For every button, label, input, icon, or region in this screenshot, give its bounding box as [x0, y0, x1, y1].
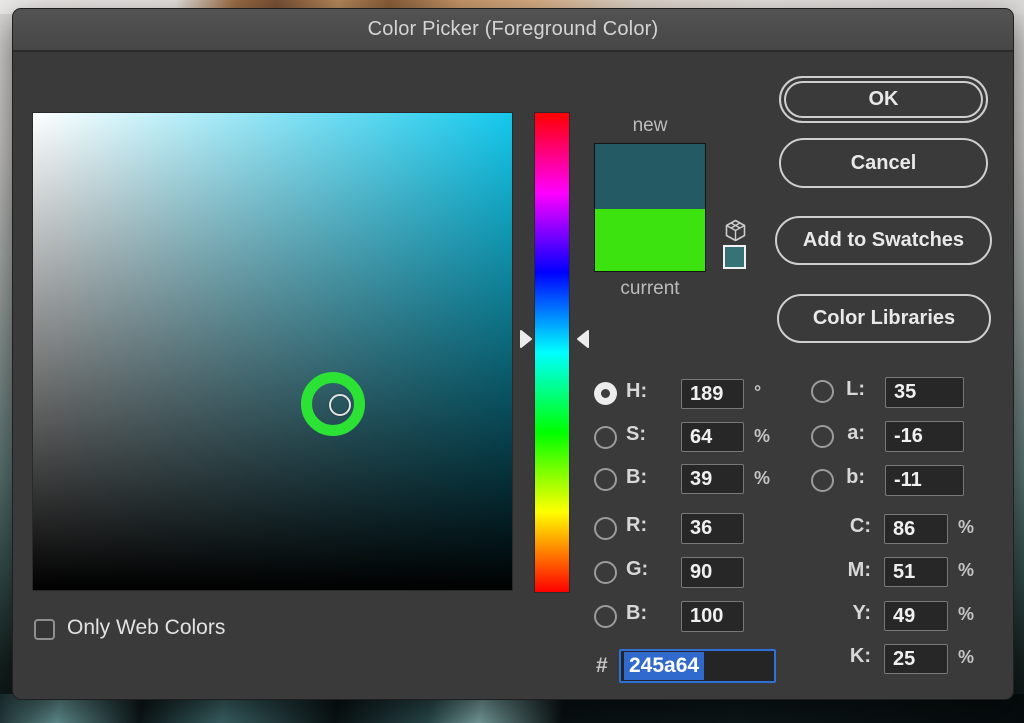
hue-unit: ° — [754, 382, 761, 403]
black-input[interactable]: 25 — [884, 644, 948, 674]
hue-slider[interactable] — [534, 112, 570, 593]
green-input[interactable]: 90 — [681, 557, 744, 588]
radio-dot — [601, 389, 610, 398]
new-color-label: new — [594, 115, 706, 137]
lab-a-label: a: — [839, 422, 865, 445]
color-libraries-button[interactable]: Color Libraries — [777, 294, 991, 343]
blue-radio[interactable] — [594, 605, 617, 628]
brightness-label: B: — [626, 466, 647, 489]
hex-selected-text: 245a64 — [624, 652, 704, 680]
current-color-label: current — [594, 278, 706, 300]
color-field-picker-marker[interactable] — [329, 394, 351, 416]
hue-slider-right-arrow[interactable] — [576, 328, 591, 350]
saturation-input[interactable]: 64 — [681, 422, 744, 452]
blue-label: B: — [626, 602, 647, 625]
blue-input[interactable]: 100 — [681, 601, 744, 632]
brightness-unit: % — [754, 468, 770, 489]
lab-b-label: b: — [839, 466, 865, 489]
cyan-label: C: — [819, 515, 871, 538]
cyan-input[interactable]: 86 — [884, 514, 948, 544]
web-safe-color-swatch[interactable] — [723, 245, 746, 269]
lab-l-label: L: — [839, 378, 865, 401]
dialog-titlebar[interactable]: Color Picker (Foreground Color) — [13, 9, 1013, 52]
lab-b-radio[interactable] — [811, 469, 834, 492]
new-color-swatch — [595, 144, 705, 209]
saturation-label: S: — [626, 423, 646, 446]
current-color-swatch[interactable] — [595, 209, 705, 271]
color-preview-swatches — [594, 143, 706, 272]
lab-a-radio[interactable] — [811, 425, 834, 448]
yellow-label: Y: — [819, 602, 871, 625]
green-radio[interactable] — [594, 561, 617, 584]
non-web-safe-warning-cube-icon[interactable] — [725, 219, 746, 242]
cyan-unit: % — [958, 517, 974, 538]
hue-label: H: — [626, 380, 647, 403]
only-web-colors-checkbox[interactable] — [34, 619, 55, 640]
hex-input[interactable]: 245a64 — [619, 649, 776, 683]
saturation-brightness-field[interactable] — [32, 112, 513, 591]
saturation-radio[interactable] — [594, 426, 617, 449]
dialog-title: Color Picker (Foreground Color) — [368, 18, 659, 41]
add-to-swatches-button[interactable]: Add to Swatches — [775, 216, 992, 265]
color-picker-dialog: Color Picker (Foreground Color) new curr… — [12, 8, 1014, 700]
yellow-input[interactable]: 49 — [884, 601, 948, 631]
lab-l-input[interactable]: 35 — [885, 377, 964, 408]
saturation-unit: % — [754, 426, 770, 447]
brightness-input[interactable]: 39 — [681, 464, 744, 494]
green-label: G: — [626, 558, 648, 581]
cancel-button[interactable]: Cancel — [779, 138, 988, 188]
lab-a-input[interactable]: -16 — [885, 421, 964, 452]
hue-radio[interactable] — [594, 382, 617, 405]
red-label: R: — [626, 514, 647, 537]
red-input[interactable]: 36 — [681, 513, 744, 544]
hue-slider-left-arrow[interactable] — [518, 328, 533, 350]
yellow-unit: % — [958, 604, 974, 625]
lab-b-input[interactable]: -11 — [885, 465, 964, 496]
brightness-radio[interactable] — [594, 468, 617, 491]
only-web-colors-label: Only Web Colors — [67, 616, 225, 640]
magenta-input[interactable]: 51 — [884, 557, 948, 587]
magenta-unit: % — [958, 560, 974, 581]
black-unit: % — [958, 647, 974, 668]
ok-button[interactable]: OK — [779, 76, 988, 123]
hex-prefix: # — [596, 654, 608, 678]
magenta-label: M: — [819, 559, 871, 582]
hue-input[interactable]: 189 — [681, 379, 744, 409]
red-radio[interactable] — [594, 517, 617, 540]
lab-l-radio[interactable] — [811, 380, 834, 403]
black-label: K: — [819, 645, 871, 668]
